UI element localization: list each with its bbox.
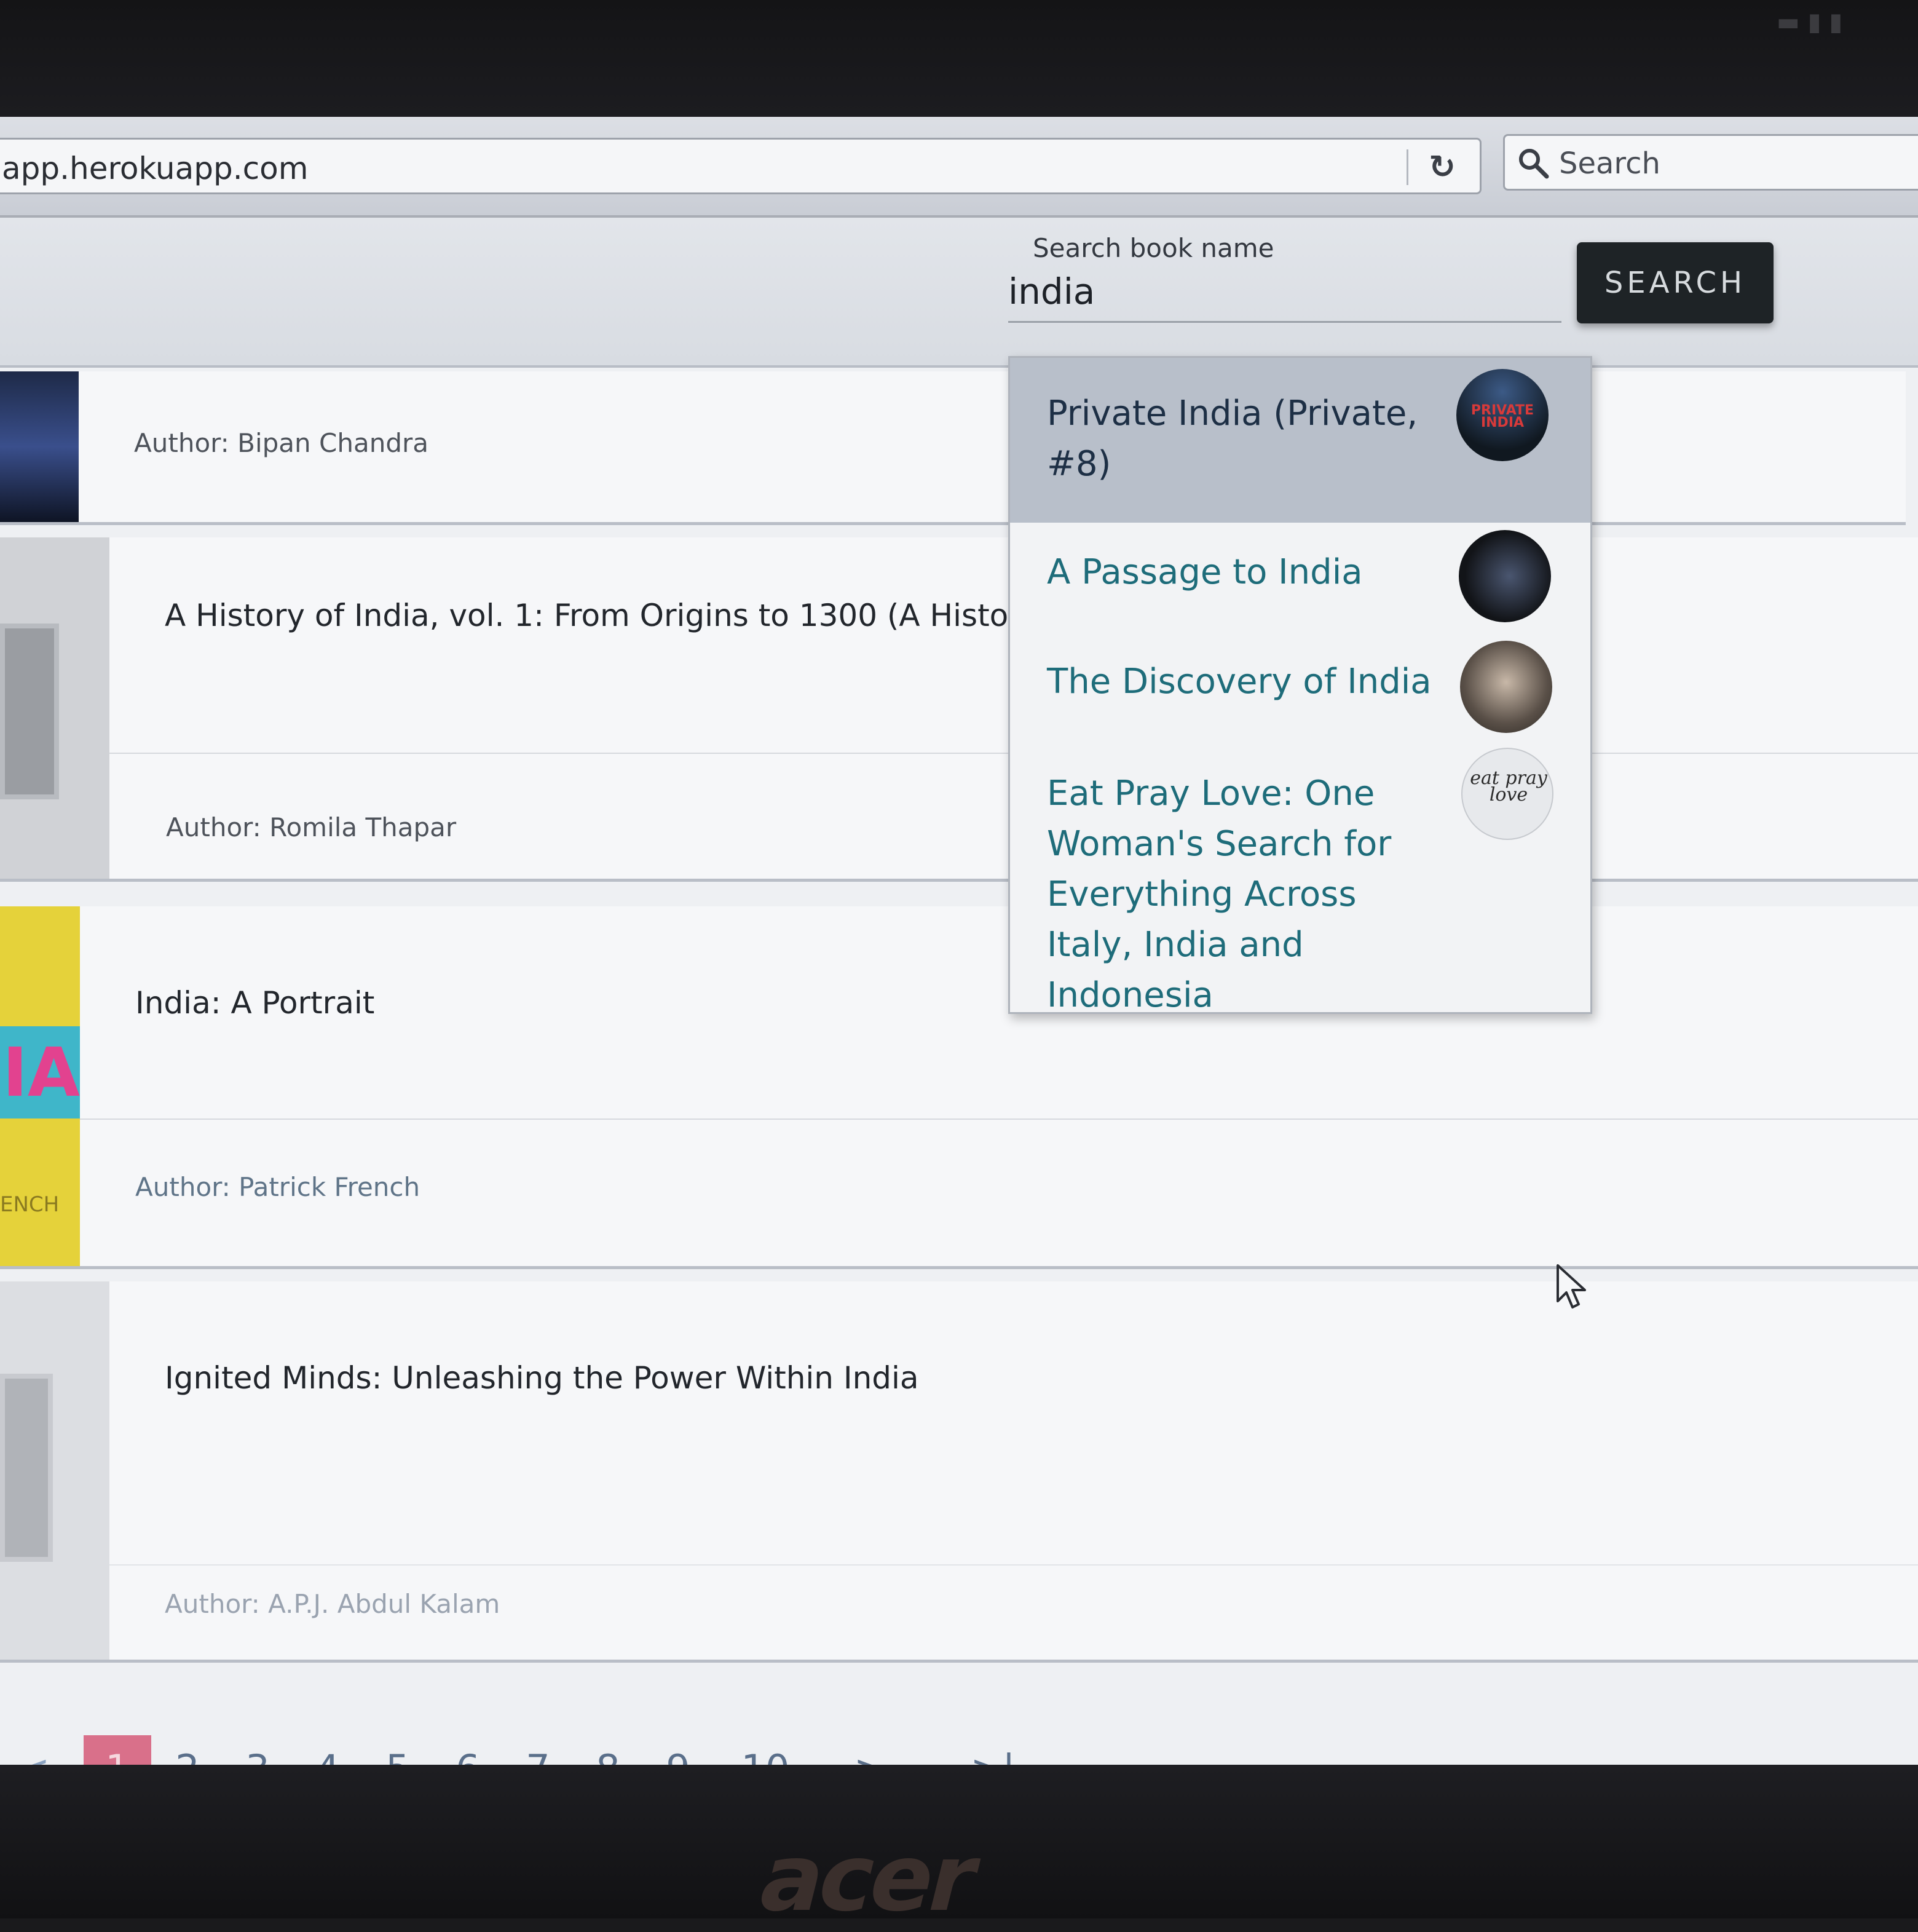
book-author: Author: Patrick French <box>135 1172 420 1202</box>
monitor-bezel-bottom: acer <box>0 1765 1918 1932</box>
suggestion-item[interactable]: Eat Pray Love: One Woman's Search for Ev… <box>1010 744 1590 1015</box>
browser-search-box[interactable]: Search <box>1503 134 1918 191</box>
suggestion-thumbnail: eat pray love <box>1461 748 1553 840</box>
book-title: Ignited Minds: Unleashing the Power With… <box>165 1360 919 1396</box>
suggestion-title: The Discovery of India <box>1047 662 1432 702</box>
book-title: A History of India, vol. 1: From Origins… <box>165 598 1009 633</box>
browser-toolbar: app.herokuapp.com ↻ Search <box>0 117 1918 218</box>
book-card[interactable]: Ignited Minds: Unleashing the Power With… <box>0 1281 1918 1663</box>
book-cover-placeholder <box>0 624 59 799</box>
mouse-cursor-icon <box>1557 1264 1586 1308</box>
book-cover-caption: ENCH <box>0 1192 60 1217</box>
book-cover <box>0 1281 109 1660</box>
browser-search-placeholder: Search <box>1559 146 1660 181</box>
suggestion-item[interactable]: The Discovery of India <box>1010 633 1590 744</box>
book-cover-placeholder <box>0 1374 53 1562</box>
address-bar-url: app.herokuapp.com <box>2 151 309 186</box>
address-bar[interactable]: app.herokuapp.com ↻ <box>0 138 1482 194</box>
search-icon <box>1519 149 1549 179</box>
suggestion-thumbnail: PRIVATE INDIA <box>1456 369 1549 461</box>
book-author: Author: Bipan Chandra <box>134 428 428 458</box>
book-cover <box>0 371 79 522</box>
book-card[interactable]: IA ENCH India: A Portrait Author: Patric… <box>0 906 1918 1269</box>
search-button[interactable]: SEARCH <box>1577 242 1774 323</box>
monitor-bezel-top: ▬ ▮ ▮ <box>0 0 1918 117</box>
card-divider <box>80 1118 1918 1120</box>
reload-icon[interactable]: ↻ <box>1416 148 1469 186</box>
book-cover: IA ENCH <box>0 906 80 1266</box>
suggestion-title: Private India (Private, #8) <box>1047 394 1418 484</box>
address-bar-separator <box>1407 149 1408 185</box>
book-author: Author: Romila Thapar <box>166 812 457 842</box>
card-divider <box>109 1564 1918 1566</box>
suggestion-thumbnail <box>1460 641 1552 733</box>
suggestion-thumbnail-text: eat pray love <box>1470 767 1547 806</box>
suggestion-item[interactable]: A Passage to India <box>1010 523 1590 633</box>
search-field-underline <box>1008 321 1561 323</box>
search-field-label: Search book name <box>1033 233 1274 263</box>
suggestion-item[interactable]: Private India (Private, #8) PRIVATE INDI… <box>1010 358 1590 523</box>
suggestion-thumbnail-text: PRIVATE INDIA <box>1470 403 1534 430</box>
screen: app.herokuapp.com ↻ Search Search book n… <box>0 117 1918 1803</box>
book-card[interactable]: A History of India, vol. 1: From Origins… <box>0 537 1918 882</box>
search-header: Search book name SEARCH <box>0 218 1918 368</box>
book-cover <box>0 537 109 879</box>
suggestion-title: A Passage to India <box>1047 552 1363 592</box>
book-search-input[interactable] <box>1008 267 1561 316</box>
book-card[interactable]: Author: Bipan Chandra <box>0 371 1906 525</box>
monitor-indicator: ▬ ▮ ▮ <box>1777 8 1843 36</box>
suggestion-thumbnail <box>1459 530 1551 622</box>
book-cover-text: IA <box>2 1033 80 1112</box>
book-author: Author: A.P.J. Abdul Kalam <box>165 1589 500 1619</box>
suggestion-title: Eat Pray Love: One Woman's Search for Ev… <box>1047 774 1392 1015</box>
autocomplete-dropdown: Private India (Private, #8) PRIVATE INDI… <box>1008 356 1592 1015</box>
book-title: India: A Portrait <box>135 985 375 1021</box>
monitor-brand-logo: acer <box>749 1825 986 1932</box>
web-page: Search book name SEARCH Author: Bipan Ch… <box>0 218 1918 1803</box>
